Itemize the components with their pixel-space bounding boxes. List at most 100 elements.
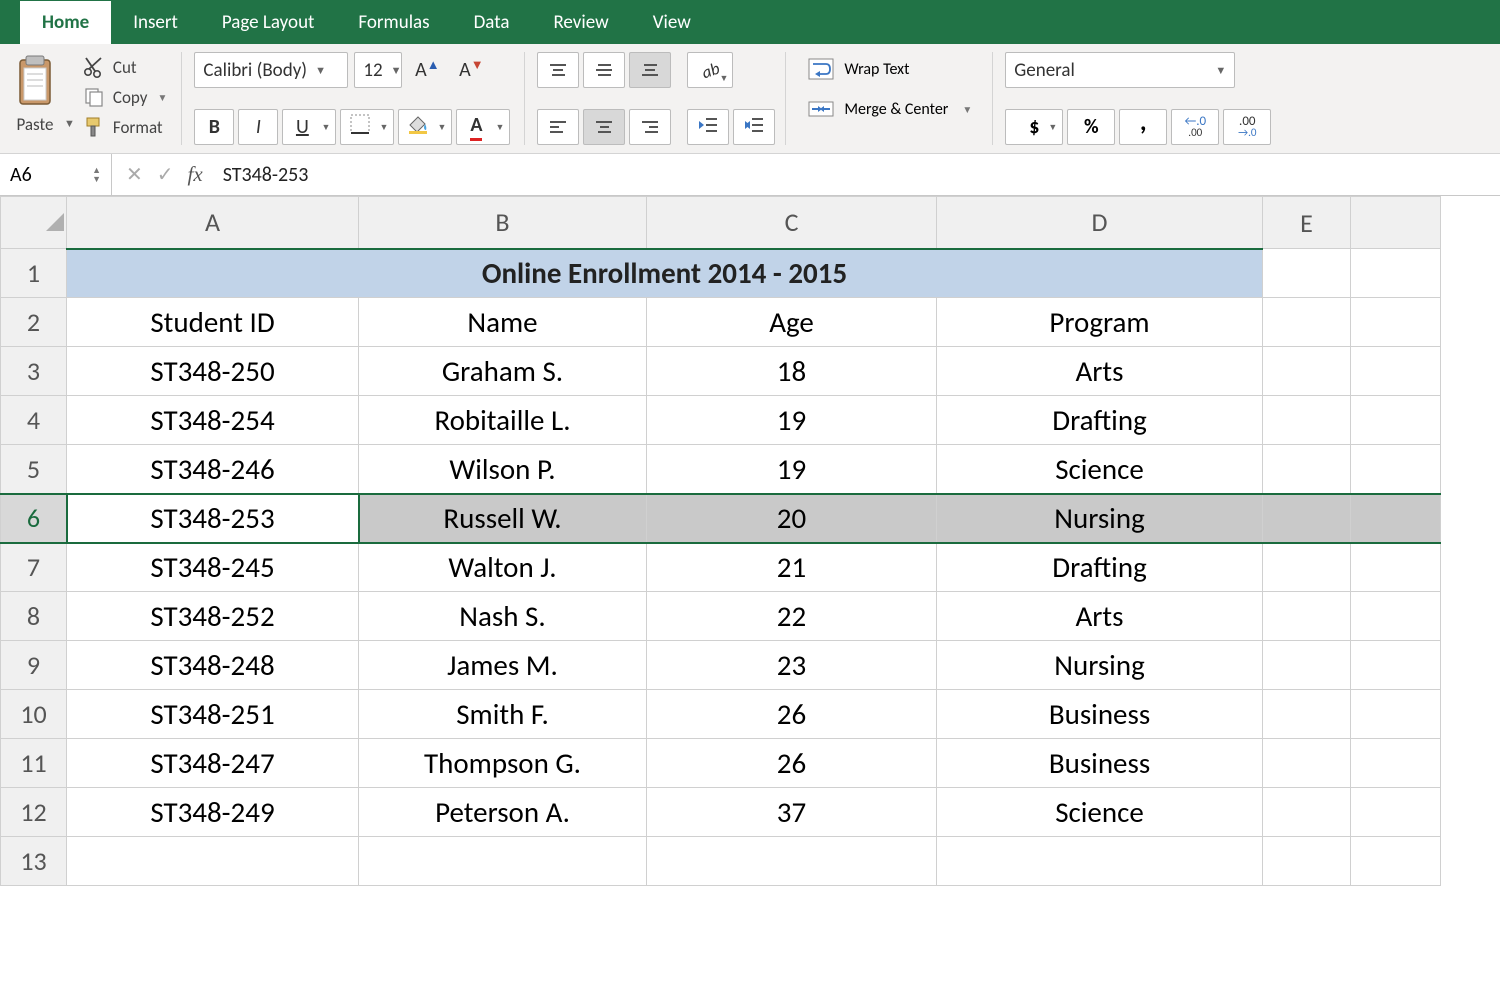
cell-D2[interactable]: Program [937,298,1263,347]
cell-F4[interactable] [1351,396,1441,445]
row-header-1[interactable]: 1 [1,249,67,298]
cell-F8[interactable] [1351,592,1441,641]
row-header-6[interactable]: 6 [1,494,67,543]
row-header-7[interactable]: 7 [1,543,67,592]
cell-B7[interactable]: Walton J. [359,543,647,592]
cell-A9[interactable]: ST348-248 [67,641,359,690]
cell-C13[interactable] [647,837,937,886]
tab-page-layout[interactable]: Page Layout [200,1,337,44]
cell-F12[interactable] [1351,788,1441,837]
cell-E6[interactable] [1263,494,1351,543]
comma-style-button[interactable]: , [1119,109,1167,145]
cell-A8[interactable]: ST348-252 [67,592,359,641]
row-header-13[interactable]: 13 [1,837,67,886]
cell-E13[interactable] [1263,837,1351,886]
cell-D9[interactable]: Nursing [937,641,1263,690]
cell-A12[interactable]: ST348-249 [67,788,359,837]
cancel-formula-icon[interactable]: ✕ [126,162,143,187]
cell-D12[interactable]: Science [937,788,1263,837]
row-header-5[interactable]: 5 [1,445,67,494]
cell-B9[interactable]: James M. [359,641,647,690]
column-header-B[interactable]: B [359,197,647,249]
align-middle-button[interactable] [583,52,625,88]
fill-color-button[interactable] [398,109,452,145]
decrease-font-button[interactable]: A▼ [452,52,490,88]
column-header-A[interactable]: A [67,197,359,249]
cell-D4[interactable]: Drafting [937,396,1263,445]
cell-A11[interactable]: ST348-247 [67,739,359,788]
cell-A2[interactable]: Student ID [67,298,359,347]
cell-D5[interactable]: Science [937,445,1263,494]
font-name-dropdown[interactable]: Calibri (Body)▼ [194,52,348,88]
select-all-corner[interactable] [1,197,67,249]
copy-button[interactable]: Copy ▼ [79,84,171,110]
tab-insert[interactable]: Insert [111,1,200,44]
column-header-E[interactable]: E [1263,197,1351,249]
cell-F11[interactable] [1351,739,1441,788]
cell-B4[interactable]: Robitaille L. [359,396,647,445]
cell-F1[interactable] [1351,249,1441,298]
cell-A13[interactable] [67,837,359,886]
format-painter-button[interactable]: Format [79,114,171,140]
cell-F3[interactable] [1351,347,1441,396]
cell-C8[interactable]: 22 [647,592,937,641]
align-right-button[interactable] [629,109,671,145]
cell-E7[interactable] [1263,543,1351,592]
column-header-C[interactable]: C [647,197,937,249]
cell-B10[interactable]: Smith F. [359,690,647,739]
decrease-indent-button[interactable] [687,109,729,145]
row-header-4[interactable]: 4 [1,396,67,445]
cell-C12[interactable]: 37 [647,788,937,837]
italic-button[interactable]: I [238,109,278,145]
cell-D7[interactable]: Drafting [937,543,1263,592]
cell-E9[interactable] [1263,641,1351,690]
row-header-3[interactable]: 3 [1,347,67,396]
cell-B8[interactable]: Nash S. [359,592,647,641]
cell-A7[interactable]: ST348-245 [67,543,359,592]
cell-C10[interactable]: 26 [647,690,937,739]
fx-icon[interactable]: fx [188,162,203,187]
currency-button[interactable]: $ [1005,109,1063,145]
font-color-button[interactable]: A [456,109,510,145]
align-bottom-button[interactable] [629,52,671,88]
cell-C7[interactable]: 21 [647,543,937,592]
cell-C6[interactable]: 20 [647,494,937,543]
cell-F6[interactable] [1351,494,1441,543]
cell-B3[interactable]: Graham S. [359,347,647,396]
cell-B12[interactable]: Peterson A. [359,788,647,837]
cell-A6[interactable]: ST348-253 [67,494,359,543]
paste-button[interactable]: Paste [8,52,62,137]
cell-C11[interactable]: 26 [647,739,937,788]
align-top-button[interactable] [537,52,579,88]
number-format-dropdown[interactable]: General▼ [1005,52,1235,88]
cell-E1[interactable] [1263,249,1351,298]
cell-B5[interactable]: Wilson P. [359,445,647,494]
cell-D3[interactable]: Arts [937,347,1263,396]
cell-F10[interactable] [1351,690,1441,739]
row-header-2[interactable]: 2 [1,298,67,347]
increase-decimal-button[interactable]: ←.0.00 [1171,109,1219,145]
cell-D11[interactable]: Business [937,739,1263,788]
cell-F13[interactable] [1351,837,1441,886]
cell-E2[interactable] [1263,298,1351,347]
decrease-decimal-button[interactable]: .00→.0 [1223,109,1271,145]
cell-D6[interactable]: Nursing [937,494,1263,543]
row-header-11[interactable]: 11 [1,739,67,788]
column-header-F[interactable] [1351,197,1441,249]
tab-formulas[interactable]: Formulas [336,1,451,44]
underline-button[interactable]: U [282,109,336,145]
cell-C4[interactable]: 19 [647,396,937,445]
font-size-dropdown[interactable]: 12▼ [354,52,402,88]
cell-B2[interactable]: Name [359,298,647,347]
wrap-text-button[interactable]: Wrap Text [804,56,976,82]
cell-F7[interactable] [1351,543,1441,592]
cell-E3[interactable] [1263,347,1351,396]
row-header-10[interactable]: 10 [1,690,67,739]
cell-A3[interactable]: ST348-250 [67,347,359,396]
cell-E5[interactable] [1263,445,1351,494]
name-box[interactable]: A6 ▲▼ [0,154,112,195]
tab-home[interactable]: Home [20,1,111,44]
cell-D10[interactable]: Business [937,690,1263,739]
cell-D13[interactable] [937,837,1263,886]
borders-button[interactable] [340,109,394,145]
